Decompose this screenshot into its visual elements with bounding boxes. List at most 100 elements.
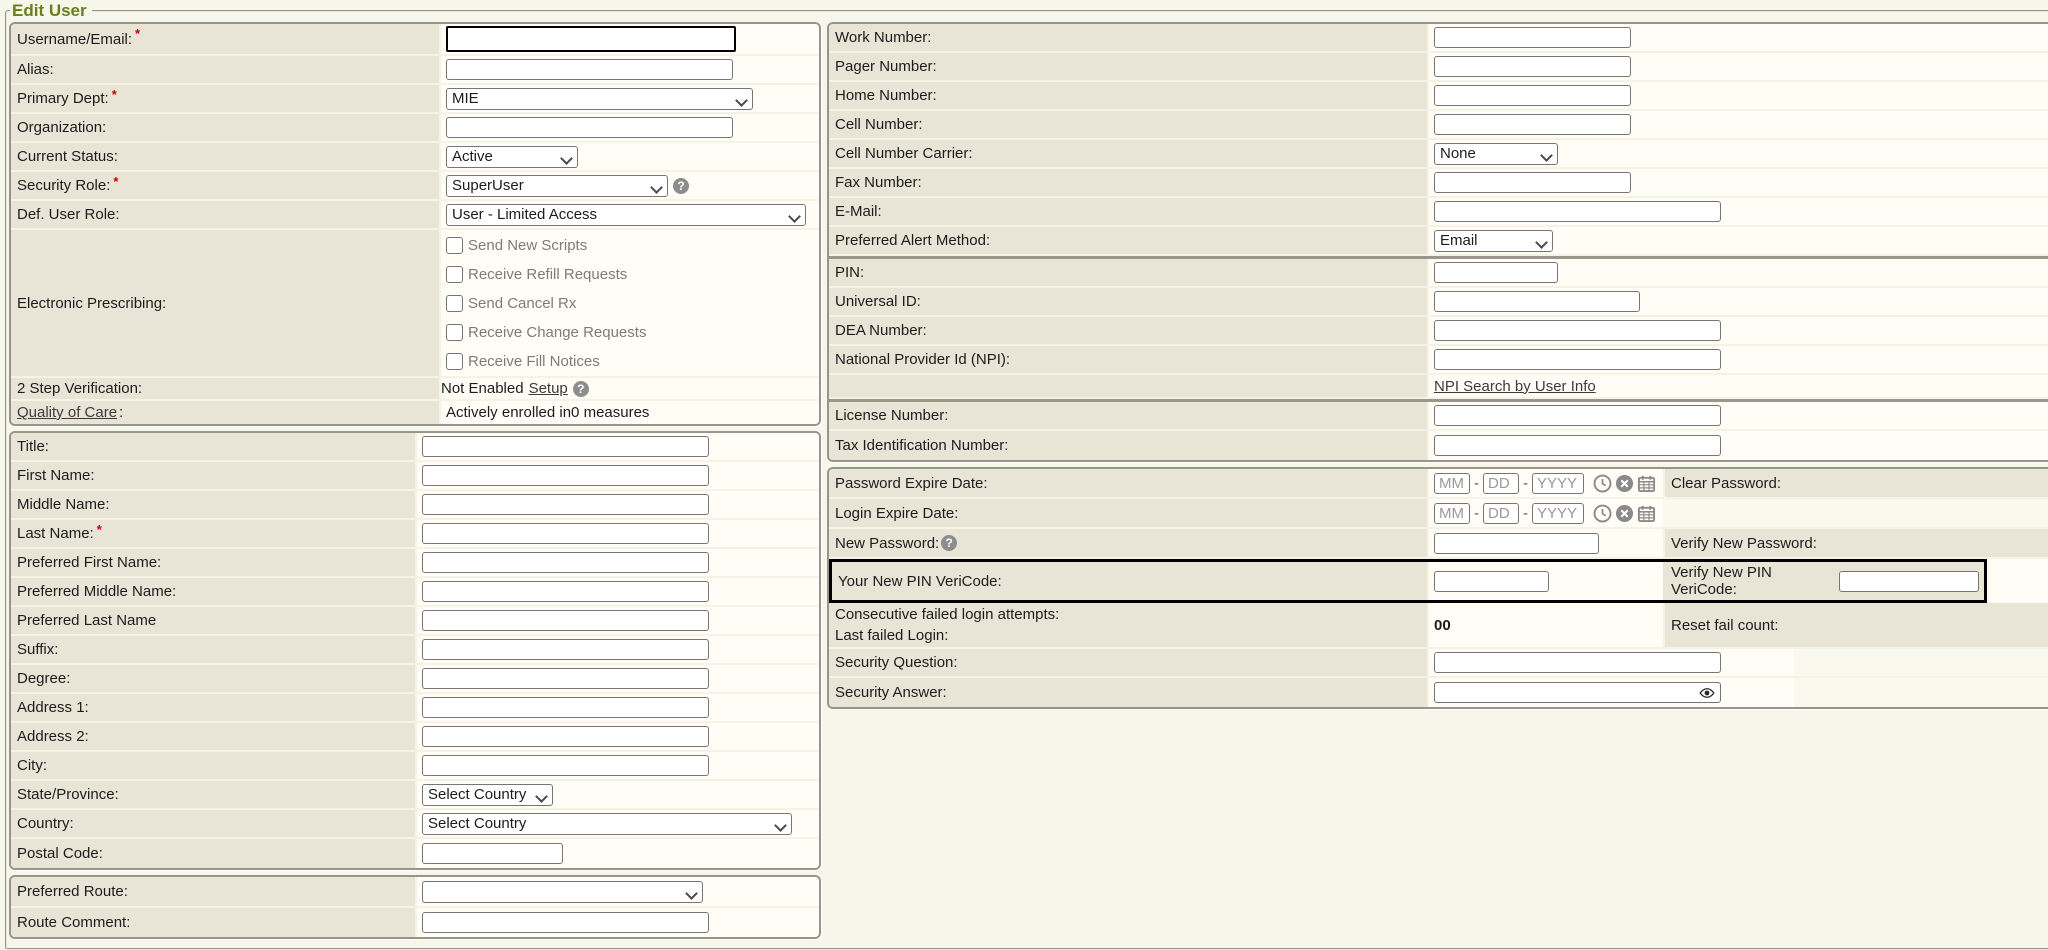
title-label: Title: [17, 438, 49, 455]
postal-code-input[interactable] [422, 843, 563, 864]
send-cancel-rx-label: Send Cancel Rx [468, 295, 576, 312]
preferred-last-name-input[interactable] [422, 610, 709, 631]
npi-input[interactable] [1434, 349, 1721, 370]
title-input[interactable] [422, 436, 709, 457]
required-asterisk: * [135, 26, 140, 41]
npi-search-link[interactable]: NPI Search by User Info [1434, 378, 1596, 395]
security-question-input[interactable] [1434, 652, 1721, 673]
security-role-label: Security Role: [17, 177, 110, 194]
city-input[interactable] [422, 755, 709, 776]
tax-id-input[interactable] [1434, 435, 1721, 456]
failed-login-row: Consecutive failed login attempts: Last … [829, 603, 2048, 649]
receive-refill-requests-checkbox[interactable] [446, 266, 463, 283]
email-row: E-Mail: [829, 198, 2048, 227]
pin-label: PIN: [835, 264, 864, 281]
middle-name-label: Middle Name: [17, 496, 110, 513]
login-expire-year-input[interactable] [1532, 503, 1584, 524]
organization-input[interactable] [446, 117, 733, 138]
two-step-row: 2 Step Verification: Not Enabled Setup ? [11, 378, 819, 401]
current-status-select[interactable]: Active [446, 146, 578, 168]
universal-id-input[interactable] [1434, 291, 1640, 312]
username-label: Username/Email: [17, 31, 132, 48]
npi-search-row: NPI Search by User Info [829, 375, 2048, 399]
last-name-input[interactable] [422, 523, 709, 544]
state-province-row: State/Province: Select Country [11, 781, 819, 810]
organization-row: Organization: [11, 114, 819, 143]
send-cancel-rx-checkbox[interactable] [446, 295, 463, 312]
degree-input[interactable] [422, 668, 709, 689]
address1-input[interactable] [422, 697, 709, 718]
clear-date-icon[interactable] [1615, 474, 1634, 493]
fax-number-input[interactable] [1434, 172, 1631, 193]
middle-name-row: Middle Name: [11, 491, 819, 520]
help-icon[interactable]: ? [941, 535, 957, 551]
security-answer-input[interactable] [1434, 682, 1721, 703]
verify-pin-vericode-label: Verify New PIN VeriCode: [1671, 564, 1834, 598]
email-input[interactable] [1434, 201, 1721, 222]
login-expire-month-input[interactable] [1434, 503, 1470, 524]
chevron-down-icon [1535, 236, 1548, 249]
show-password-eye-icon[interactable] [1699, 685, 1715, 701]
middle-name-input[interactable] [422, 494, 709, 515]
address1-row: Address 1: [11, 694, 819, 723]
work-number-input[interactable] [1434, 27, 1631, 48]
preferred-middle-name-input[interactable] [422, 581, 709, 602]
suffix-input[interactable] [422, 639, 709, 660]
preferred-first-name-input[interactable] [422, 552, 709, 573]
alias-input[interactable] [446, 59, 733, 80]
help-icon[interactable]: ? [673, 178, 689, 194]
setup-link[interactable]: Setup [529, 380, 568, 397]
receive-fill-notices-label: Receive Fill Notices [468, 353, 600, 370]
login-expire-row: Login Expire Date: -- [829, 499, 2048, 529]
pin-vericode-input[interactable] [1434, 571, 1549, 592]
pager-number-input[interactable] [1434, 56, 1631, 77]
route-comment-label: Route Comment: [17, 914, 130, 931]
preferred-route-select[interactable] [422, 881, 703, 903]
security-answer-label: Security Answer: [835, 684, 947, 701]
receive-change-requests-checkbox[interactable] [446, 324, 463, 341]
receive-fill-notices-checkbox[interactable] [446, 353, 463, 370]
state-province-select[interactable]: Select Country [422, 784, 553, 806]
calendar-icon[interactable] [1637, 504, 1656, 523]
last-name-label: Last Name: [17, 525, 94, 542]
password-expire-year-input[interactable] [1532, 473, 1584, 494]
route-comment-input[interactable] [422, 912, 709, 933]
two-step-label: 2 Step Verification: [17, 380, 142, 397]
username-input[interactable] [446, 26, 736, 52]
first-name-input[interactable] [422, 465, 709, 486]
login-expire-day-input[interactable] [1483, 503, 1519, 524]
license-number-input[interactable] [1434, 405, 1721, 426]
quality-of-care-link[interactable]: Quality of Care [17, 404, 117, 421]
primary-dept-select[interactable]: MIE [446, 88, 753, 110]
alert-method-select[interactable]: Email [1434, 230, 1553, 252]
new-password-input[interactable] [1434, 533, 1599, 554]
password-expire-month-input[interactable] [1434, 473, 1470, 494]
clear-date-icon[interactable] [1615, 504, 1634, 523]
cell-carrier-select[interactable]: None [1434, 143, 1558, 165]
help-icon[interactable]: ? [573, 381, 589, 397]
def-user-role-select[interactable]: User - Limited Access [446, 204, 806, 226]
degree-label: Degree: [17, 670, 70, 687]
clock-icon[interactable] [1593, 474, 1612, 493]
country-select[interactable]: Select Country [422, 813, 792, 835]
dea-number-input[interactable] [1434, 320, 1721, 341]
pin-input[interactable] [1434, 262, 1558, 283]
clock-icon[interactable] [1593, 504, 1612, 523]
security-question-label: Security Question: [835, 654, 958, 671]
home-number-input[interactable] [1434, 85, 1631, 106]
verify-pin-vericode-input[interactable] [1839, 571, 1979, 592]
password-security-section: Password Expire Date: -- Clear Password:… [827, 467, 2048, 709]
password-expire-day-input[interactable] [1483, 473, 1519, 494]
send-new-scripts-label: Send New Scripts [468, 237, 587, 254]
universal-id-row: Universal ID: [829, 288, 2048, 317]
address2-input[interactable] [422, 726, 709, 747]
send-new-scripts-checkbox[interactable] [446, 237, 463, 254]
preferred-last-name-row: Preferred Last Name [11, 607, 819, 636]
cell-number-input[interactable] [1434, 114, 1631, 135]
primary-dept-row: Primary Dept:* MIE [11, 85, 819, 114]
security-role-select[interactable]: SuperUser [446, 175, 668, 197]
chevron-down-icon [774, 819, 787, 832]
preferred-last-name-label: Preferred Last Name [17, 612, 156, 629]
login-expire-label: Login Expire Date: [835, 505, 958, 522]
calendar-icon[interactable] [1637, 474, 1656, 493]
